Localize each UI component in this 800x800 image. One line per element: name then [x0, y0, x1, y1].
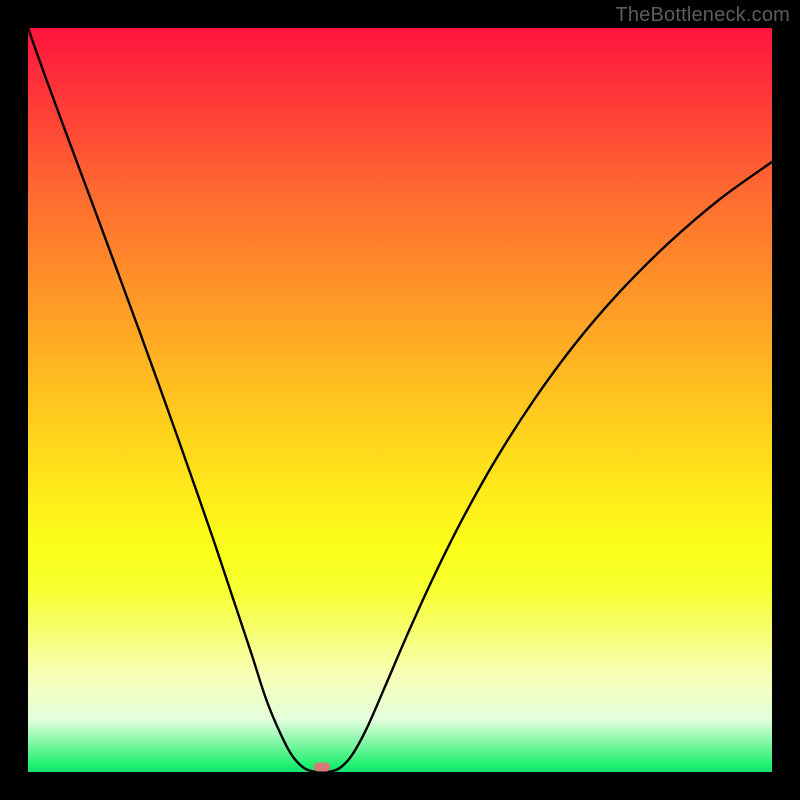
- chart-frame: TheBottleneck.com: [0, 0, 800, 800]
- optimal-marker: [314, 762, 330, 771]
- plot-area: [28, 28, 772, 772]
- curve-svg: [28, 28, 772, 772]
- bottleneck-curve: [28, 28, 772, 772]
- watermark-label: TheBottleneck.com: [615, 4, 790, 27]
